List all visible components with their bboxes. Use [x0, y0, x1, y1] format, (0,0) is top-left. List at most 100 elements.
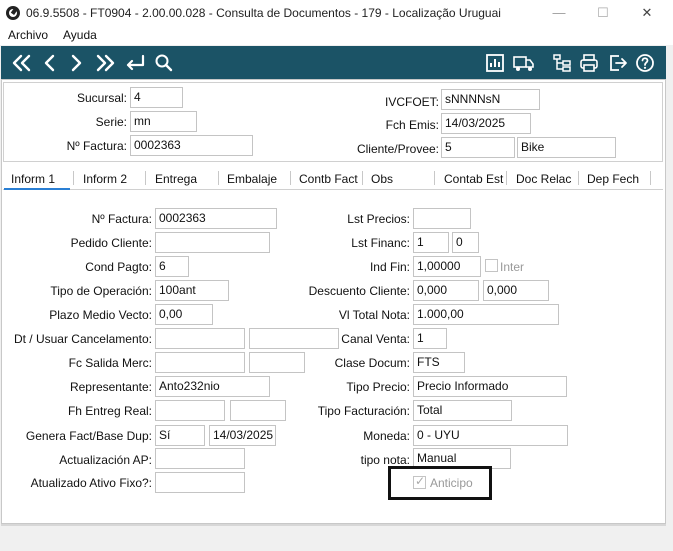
actualizado-af-field[interactable] [155, 472, 245, 493]
tab-dep-fech[interactable]: Dep Fech [587, 168, 639, 190]
lst-financ-field-1[interactable]: 1 [413, 232, 449, 253]
genera-fact-field[interactable]: Sí [155, 425, 205, 446]
fc-salida-label: Fc Salida Merc: [68, 356, 152, 370]
tipo-operacion-field[interactable]: 100ant [155, 280, 229, 301]
tab-obs[interactable]: Obs [371, 168, 393, 190]
ind-fin-label: Ind Fin: [369, 260, 410, 274]
maximize-button[interactable]: ☐ [580, 0, 626, 26]
fh-entreg-label: Fh Entreg Real: [67, 404, 152, 418]
canal-venta-field[interactable]: 1 [413, 328, 447, 349]
serie-field[interactable]: mn [130, 111, 197, 132]
cliente-code-field[interactable]: 5 [441, 137, 515, 158]
genera-fact-label: Genera Fact/Base Dup: [25, 429, 152, 443]
canal-venta-label: Canal Venta: [341, 332, 410, 346]
plazo-medio-field[interactable]: 0,00 [155, 304, 213, 325]
search-icon[interactable] [152, 46, 176, 79]
lst-financ-field-2[interactable]: 0 [452, 232, 479, 253]
cliente-label: Cliente/Provee: [356, 142, 439, 156]
tipo-precio-label: Tipo Precio: [346, 380, 410, 394]
moneda-field[interactable]: 0 - UYU [413, 425, 568, 446]
plazo-medio-label: Plazo Medio Vecto: [49, 308, 152, 322]
representante-field[interactable]: Anto232nio [155, 376, 270, 397]
actualizado-af-label: Atualizado Ativo Fixo?: [30, 476, 152, 490]
menu-ayuda[interactable]: Ayuda [63, 28, 97, 42]
window-title: 06.9.5508 - FT0904 - 2.00.00.028 - Consu… [26, 6, 501, 20]
report-icon[interactable] [483, 46, 507, 79]
help-icon[interactable] [633, 46, 657, 79]
vl-total-field[interactable]: 1.000,00 [413, 304, 559, 325]
genera-fact-date-field[interactable]: 14/03/2025 [209, 425, 276, 446]
inter-checkbox[interactable] [485, 259, 498, 272]
inter-label: Inter [500, 260, 525, 274]
fc-salida-field-1[interactable] [155, 352, 245, 373]
descuento-field-1[interactable]: 0,000 [413, 280, 479, 301]
tab-entrega[interactable]: Entrega [155, 168, 197, 190]
descuento-label: Descuento Cliente: [308, 284, 410, 298]
return-icon[interactable] [121, 46, 149, 79]
close-button[interactable]: ✕ [624, 0, 670, 26]
representante-label: Representante: [69, 380, 152, 394]
next-record-icon[interactable] [65, 46, 87, 79]
tab-separator [434, 171, 435, 185]
clase-docum-field[interactable]: FTS [413, 352, 465, 373]
print-icon[interactable] [577, 46, 601, 79]
tipo-operacion-label: Tipo de Operación: [50, 284, 152, 298]
anticipo-checkbox[interactable] [413, 474, 426, 489]
previous-record-icon[interactable] [39, 46, 61, 79]
tab-inform-2[interactable]: Inform 2 [83, 168, 127, 190]
first-record-icon[interactable] [9, 46, 35, 79]
cond-pagto-label: Cond Pagto: [85, 260, 152, 274]
dt-usuar-label: Dt / Usuar Cancelamento: [13, 332, 152, 346]
cliente-name-field[interactable]: Bike [517, 137, 616, 158]
dt-usuar-field-1[interactable] [155, 328, 245, 349]
tab-contab-est[interactable]: Contab Est [444, 168, 503, 190]
lst-precios-label: Lst Precios: [347, 212, 410, 226]
lst-precios-field[interactable] [413, 208, 471, 229]
exit-icon[interactable] [606, 46, 630, 79]
anticipo-label: Anticipo [430, 476, 473, 490]
menu-archivo[interactable]: Archivo [8, 28, 48, 42]
lst-financ-label: Lst Financ: [351, 236, 410, 250]
tab-embalaje[interactable]: Embalaje [227, 168, 277, 190]
ind-fin-field[interactable]: 1,00000 [413, 256, 481, 277]
tab-separator [218, 171, 219, 185]
tab-separator [145, 171, 146, 185]
tipo-precio-field[interactable]: Precio Informado [413, 376, 567, 397]
fc-salida-field-2[interactable] [249, 352, 305, 373]
serie-label: Serie: [95, 115, 127, 129]
last-record-icon[interactable] [92, 46, 118, 79]
tab-separator [362, 171, 363, 185]
fch-emis-field[interactable]: 14/03/2025 [441, 113, 531, 134]
tab-inform-1[interactable]: Inform 1 [4, 168, 70, 190]
tab-separator [290, 171, 291, 185]
tab-separator [506, 171, 507, 185]
moneda-label: Moneda: [363, 429, 410, 443]
tab-separator [650, 171, 651, 185]
nfactura-field[interactable]: 0002363 [155, 208, 277, 229]
toolbar [1, 46, 666, 79]
status-strip [1, 524, 666, 526]
tree-structure-icon[interactable] [550, 46, 574, 79]
tab-contb-fact[interactable]: Contb Fact [299, 168, 358, 190]
sucursal-label: Sucursal: [76, 91, 127, 105]
app-logo-icon [6, 6, 20, 20]
descuento-field-2[interactable]: 0,000 [483, 280, 549, 301]
tipo-facturacion-label: Tipo Facturación: [317, 404, 410, 418]
ivcfoet-field[interactable]: sNNNNsN [441, 89, 540, 110]
nfactura-header-field[interactable]: 0002363 [130, 135, 253, 156]
tab-doc-relac[interactable]: Doc Relac [516, 168, 571, 190]
minimize-button[interactable]: — [536, 0, 582, 26]
tab-separator [578, 171, 579, 185]
fch-emis-label: Fch Emis: [385, 118, 439, 132]
menu-bar: Archivo Ayuda [0, 26, 673, 45]
fh-entreg-field-2[interactable] [230, 400, 286, 421]
pedido-cliente-field[interactable] [155, 232, 270, 253]
nfactura-header-label: Nº Factura: [66, 139, 127, 153]
cond-pagto-field[interactable]: 6 [155, 256, 189, 277]
tipo-facturacion-field[interactable]: Total [413, 400, 512, 421]
sucursal-field[interactable]: 4 [130, 87, 183, 108]
ivcfoet-label: IVCFOET: [384, 95, 439, 109]
actualizacion-ap-field[interactable] [155, 448, 245, 469]
delivery-truck-icon[interactable] [510, 46, 538, 79]
fh-entreg-field-1[interactable] [155, 400, 225, 421]
